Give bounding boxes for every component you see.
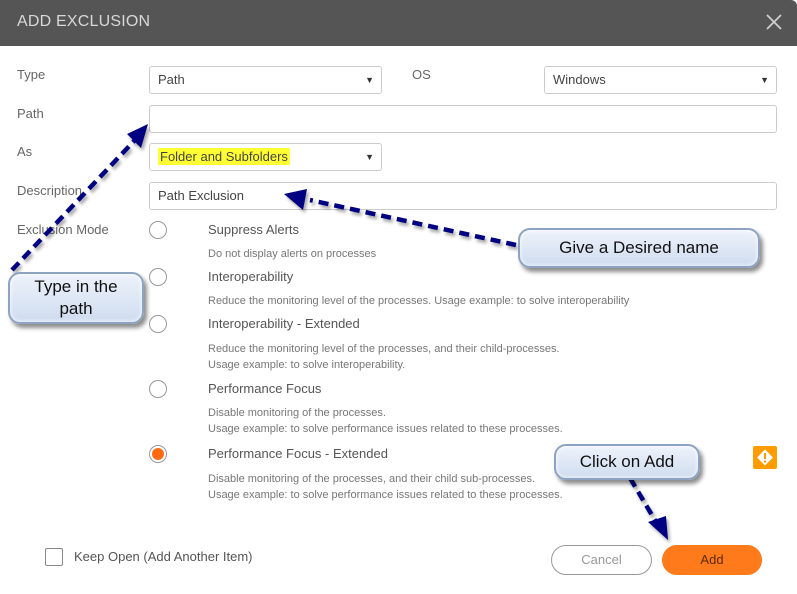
radio-performance-focus-extended[interactable] [149, 445, 167, 463]
arrowhead-path [127, 124, 148, 148]
mode-desc-line: Do not display alerts on processes [208, 248, 377, 260]
type-select-value: Path [158, 72, 185, 87]
callout-line: Type in the [34, 277, 118, 296]
mode-desc-line: Reduce the monitoring level of the proce… [208, 343, 560, 355]
type-select[interactable]: Path ▼ [149, 66, 382, 94]
callout-desired-name: Give a Desired name [518, 228, 760, 268]
radio-performance-focus[interactable] [149, 380, 167, 398]
mode-title: Performance Focus - Extended [208, 446, 388, 461]
mode-desc-line: Usage example: to solve performance issu… [208, 489, 563, 501]
mode-desc-line: Usage example: to solve interoperability… [208, 359, 406, 371]
os-label: OS [412, 67, 431, 82]
description-label: Description [17, 183, 83, 198]
radio-interoperability[interactable] [149, 268, 167, 286]
chevron-down-icon: ▼ [760, 75, 769, 85]
chevron-down-icon: ▼ [365, 152, 374, 162]
keep-open-checkbox[interactable] [45, 548, 63, 566]
arrow-to-add [628, 476, 658, 524]
os-select-value: Windows [553, 72, 606, 87]
path-label: Path [17, 106, 44, 121]
mode-desc-line: Disable monitoring of the processes. [208, 407, 386, 419]
exclusion-mode-label: Exclusion Mode [17, 222, 109, 237]
description-input-value: Path Exclusion [158, 188, 244, 203]
mode-desc-line: Disable monitoring of the processes, and… [208, 473, 536, 485]
mode-title: Interoperability [208, 269, 294, 284]
mode-title: Suppress Alerts [208, 222, 300, 237]
os-select[interactable]: Windows ▼ [544, 66, 777, 94]
callout-click-add: Click on Add [554, 444, 700, 480]
callout-type-path: Type in the path [8, 272, 144, 324]
keep-open-label: Keep Open (Add Another Item) [74, 549, 253, 564]
mode-desc: Reduce the monitoring level of the proce… [208, 293, 629, 309]
as-label: As [17, 144, 33, 159]
arrow-to-path [10, 138, 137, 272]
dialog-title: ADD EXCLUSION [17, 13, 151, 30]
path-input[interactable] [149, 105, 777, 133]
callout-line: path [59, 299, 93, 318]
chevron-down-icon: ▼ [365, 75, 374, 85]
arrowhead-add [648, 516, 668, 540]
mode-desc: Disable monitoring of the processes, and… [208, 471, 563, 503]
mode-title: Performance Focus [208, 381, 322, 396]
dialog-titlebar: ADD EXCLUSION [0, 0, 797, 46]
mode-desc: Reduce the monitoring level of the proce… [208, 341, 560, 373]
as-select[interactable]: Folder and Subfolders ▼ [149, 143, 382, 171]
mode-title: Interoperability - Extended [208, 316, 360, 331]
type-label: Type [17, 67, 46, 82]
radio-suppress-alerts[interactable] [149, 221, 167, 239]
as-select-value: Folder and Subfolders [158, 148, 290, 165]
mode-desc-line: Usage example: to solve performance issu… [208, 423, 563, 435]
close-icon[interactable] [764, 12, 784, 32]
cancel-button[interactable]: Cancel [551, 545, 652, 575]
mode-desc-line: Reduce the monitoring level of the proce… [208, 295, 630, 307]
mode-desc: Disable monitoring of the processes. Usa… [208, 405, 563, 437]
radio-interoperability-extended[interactable] [149, 315, 167, 333]
description-input[interactable]: Path Exclusion [149, 182, 777, 210]
add-button[interactable]: Add [662, 545, 762, 575]
warning-icon[interactable] [753, 446, 777, 469]
mode-desc: Do not display alerts on processes [208, 246, 376, 262]
